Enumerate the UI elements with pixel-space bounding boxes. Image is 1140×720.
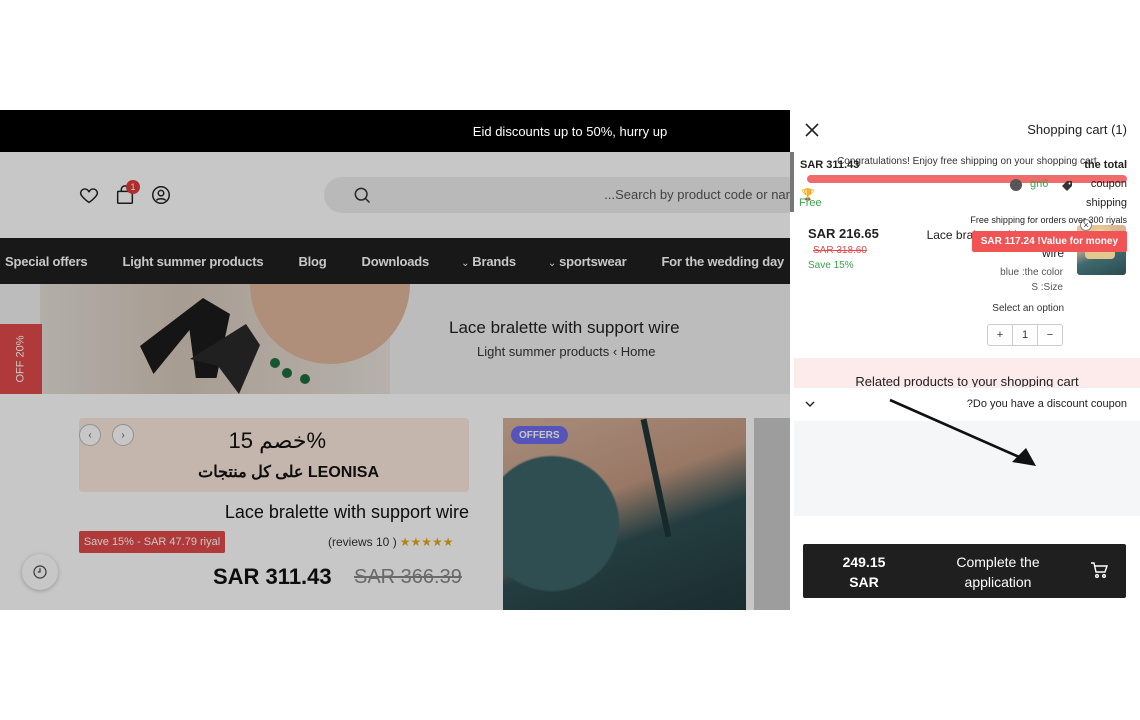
- screenshot: Eid discounts up to 50%, hurry up 1 ...S…: [0, 110, 1140, 610]
- checkout-price: 249.15 SAR: [842, 554, 886, 590]
- announcement-text: Eid discounts up to 50%, hurry up: [472, 123, 668, 139]
- select-option-link[interactable]: Select an option: [992, 303, 1064, 314]
- remove-coupon-icon[interactable]: [1010, 179, 1022, 191]
- cart-title: Shopping cart (1): [1027, 122, 1127, 137]
- shipping-value: Free: [799, 197, 822, 209]
- cart-drawer: Shopping cart (1) .Congratulations! Enjo…: [790, 110, 1140, 610]
- coupon-code: gn6: [1030, 178, 1049, 190]
- checkout-label: Complete the application: [956, 554, 1040, 590]
- checkout-button[interactable]: 249.15 SAR Complete the application: [803, 544, 1126, 598]
- qty-value: 1: [1013, 325, 1038, 345]
- cart-icon: [1090, 561, 1108, 579]
- item-save: Save 15%: [808, 260, 854, 271]
- qty-minus-button[interactable]: −: [1038, 325, 1062, 345]
- announcement-bar: Eid discounts up to 50%, hurry up: [0, 110, 790, 152]
- item-price: SAR 216.65: [808, 226, 879, 241]
- coupon-label: coupon: [1090, 178, 1127, 190]
- modal-backdrop[interactable]: [0, 152, 790, 610]
- tag-icon: [1061, 179, 1073, 191]
- close-icon[interactable]: [804, 122, 820, 138]
- total-value: SAR 311.43: [800, 159, 860, 171]
- item-size: S :Size: [1031, 282, 1063, 293]
- item-color: blue :the color: [1000, 267, 1063, 278]
- quantity-stepper: + 1 −: [987, 324, 1063, 346]
- free-shipping-progress: [807, 175, 1127, 183]
- annotation-arrow-icon: [889, 398, 1036, 466]
- scrollbar[interactable]: [790, 152, 794, 212]
- item-old-price: SAR 318.60: [813, 245, 867, 256]
- qty-plus-button[interactable]: +: [988, 325, 1013, 345]
- chevron-down-icon[interactable]: [804, 397, 816, 409]
- store-page: Eid discounts up to 50%, hurry up 1 ...S…: [0, 110, 790, 610]
- shipping-label: shipping: [1086, 197, 1127, 209]
- free-shipping-note: Free shipping for orders over 300 riyals: [970, 215, 1127, 225]
- value-for-money-badge: SAR 117.24 !Value for money: [971, 231, 1127, 252]
- total-label: the total: [1084, 159, 1127, 171]
